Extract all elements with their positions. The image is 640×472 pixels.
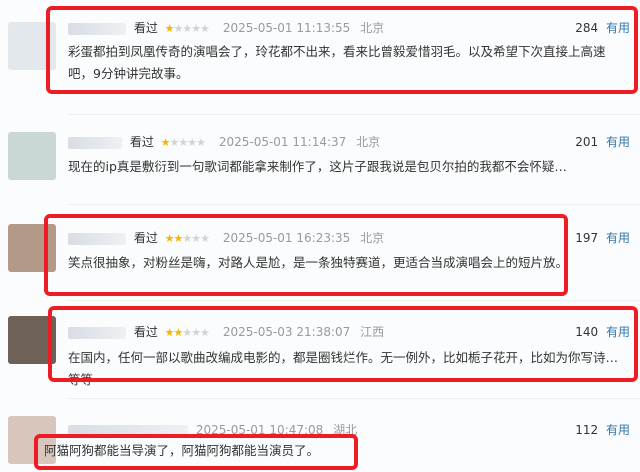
divider [68,114,640,115]
rating-stars: ★★★★★ [164,232,210,245]
useful-button[interactable]: 有用 [606,423,630,437]
comment-time[interactable]: 2025-05-01 11:13:55 [223,21,350,35]
comment-item: 看过 ★★★★★ 2025-05-01 11:13:55 北京 284 有用 彩… [0,0,640,115]
rating-label: 看过 [133,231,158,245]
comment-location: 北京 [360,231,385,245]
comment-location: 湖北 [333,423,358,437]
comment-meta: 2025-05-01 10:47:08 湖北 [68,422,357,438]
vote-area: 284 有用 [575,20,630,36]
rating-label: 看过 [129,135,154,149]
user-name[interactable] [68,232,126,245]
star-icon: ★★ [164,326,184,339]
comment-list: 看过 ★★★★★ 2025-05-01 11:13:55 北京 284 有用 彩… [0,0,640,472]
star-icon: ★ [164,22,175,35]
avatar[interactable] [8,22,56,70]
avatar[interactable] [8,132,56,180]
comment-text: 在国内，任何一部以歌曲改编成电影的，都是圈钱烂作。无一例外，比如栀子花开，比如为… [68,350,619,387]
star-icon: ★ [160,136,171,149]
avatar[interactable] [8,224,56,272]
useful-button[interactable]: 有用 [606,231,630,245]
vote-area: 112 有用 [575,422,630,438]
comment-location: 北京 [356,135,381,149]
comment-meta: 看过 ★★★★★ 2025-05-01 16:23:35 北京 [68,230,384,246]
star-empty-icon: ★★★ [182,232,210,245]
star-empty-icon: ★★★★ [173,22,210,35]
rating-stars: ★★★★★ [164,326,210,339]
comment-item: 看过 ★★★★★ 2025-05-03 21:38:07 江西 140 有用 在… [0,310,640,400]
useful-button[interactable]: 有用 [606,325,630,339]
comment-location: 江西 [360,325,385,339]
rating-stars: ★★★★★ [160,136,206,149]
star-icon: ★★ [164,232,184,245]
star-empty-icon: ★★★ [182,326,210,339]
avatar[interactable] [8,316,56,364]
comment-text: 笑点很抽象，对粉丝是嗨，对路人是尬，是一条独特赛道，更适合当成演唱会上的短片放。 [68,255,569,270]
vote-area: 140 有用 [575,324,630,340]
user-name[interactable] [68,424,188,437]
comment-item: 看过 ★★★★★ 2025-05-01 11:14:37 北京 201 有用 现… [0,118,640,205]
useful-button[interactable]: 有用 [606,135,630,149]
comment-item: 2025-05-01 10:47:08 湖北 112 有用 阿猫阿狗都能当导演了… [0,410,640,472]
comment-time[interactable]: 2025-05-01 16:23:35 [223,231,350,245]
comment-meta: 看过 ★★★★★ 2025-05-01 11:14:37 北京 [68,134,380,150]
comment-text: 阿猫阿狗都能当导演了，阿猫阿狗都能当演员了。 [44,443,320,458]
vote-area: 201 有用 [575,134,630,150]
divider [68,204,640,205]
vote-count: 112 [575,423,599,437]
vote-count: 201 [575,135,599,149]
comment-time[interactable]: 2025-05-03 21:38:07 [223,325,350,339]
star-empty-icon: ★★★★ [169,136,206,149]
user-name[interactable] [68,22,126,35]
vote-count: 140 [575,325,599,339]
comment-time[interactable]: 2025-05-01 11:14:37 [219,135,346,149]
comment-text: 彩蛋都拍到凤凰传奇的演唱会了，玲花都不出来，看来比曾毅爱惜羽毛。以及希望下次直接… [68,44,606,81]
divider [68,398,640,399]
divider [68,300,640,301]
comment-item: 看过 ★★★★★ 2025-05-01 16:23:35 北京 197 有用 笑… [0,208,640,301]
useful-button[interactable]: 有用 [606,21,630,35]
user-name[interactable] [68,326,126,339]
vote-count: 197 [575,231,599,245]
comment-text: 现在的ip真是敷衍到一句歌词都能拿来制作了，这片子跟我说是包贝尔拍的我都不会怀疑… [68,159,567,174]
rating-label: 看过 [133,325,158,339]
comment-location: 北京 [360,21,385,35]
user-name[interactable] [68,136,122,149]
vote-count: 284 [575,21,599,35]
comment-time[interactable]: 2025-05-01 10:47:08 [196,423,323,437]
rating-stars: ★★★★★ [164,22,210,35]
comment-meta: 看过 ★★★★★ 2025-05-03 21:38:07 江西 [68,324,384,340]
comment-meta: 看过 ★★★★★ 2025-05-01 11:13:55 北京 [68,20,384,36]
rating-label: 看过 [133,21,158,35]
vote-area: 197 有用 [575,230,630,246]
